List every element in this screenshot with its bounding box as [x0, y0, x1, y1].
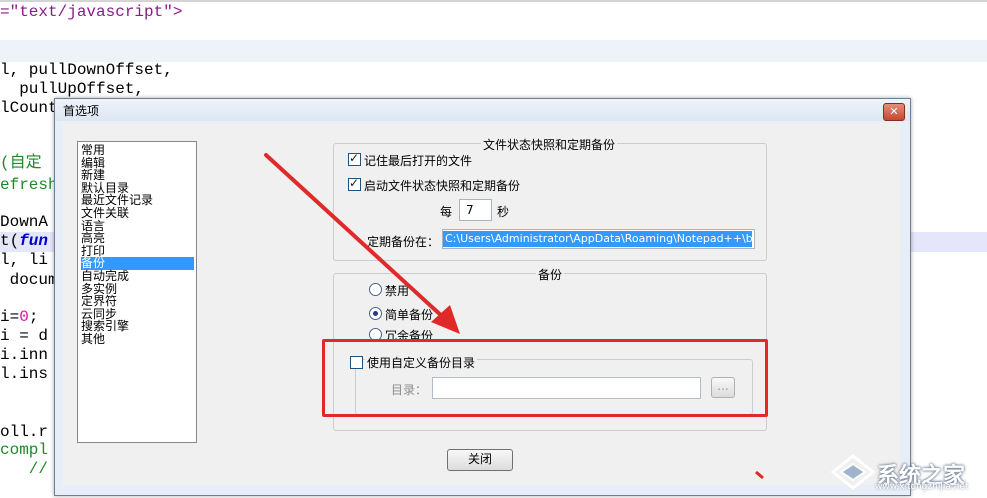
- remember-last-files-label: 记住最后打开的文件: [364, 154, 473, 168]
- interval-input[interactable]: 7: [459, 199, 492, 221]
- every-label: 每: [440, 205, 453, 219]
- preferences-dialog: 首选项 ✕ 常用 编辑 新建 默认目录 最近文件记录 文件关联 语言 高亮 打印 备份 自动完成 多实…: [54, 98, 911, 496]
- watermark-logo-icon: [830, 454, 876, 490]
- annotation-highlight-box: [322, 339, 768, 417]
- code-token: compl: [0, 441, 49, 459]
- watermark-url: www.xitongzhijia.net: [875, 482, 969, 492]
- close-icon[interactable]: ✕: [883, 103, 905, 121]
- editor-line-band: [0, 40, 987, 62]
- interval-value: 7: [466, 203, 474, 217]
- dialog-title-bar[interactable]: 首选项 ✕: [55, 99, 910, 121]
- code-token: i = d: [0, 327, 49, 345]
- code-line: l, pullDownOffset,: [0, 60, 173, 80]
- code-token: pullUpOffset,: [0, 80, 145, 98]
- code-token: l.ins: [0, 365, 49, 383]
- category-list[interactable]: 常用 编辑 新建 默认目录 最近文件记录 文件关联 语言 高亮 打印 备份 自动完成 多实例 定界符 云同…: [77, 141, 197, 443]
- code-line: i.inn: [0, 345, 48, 365]
- code-line: pullUpOffset,: [0, 79, 144, 99]
- code-token: l, pullDownOffset,: [0, 61, 173, 79]
- code-line: i = d: [0, 326, 48, 346]
- code-line: ="text/javascript">: [0, 2, 182, 22]
- snapshot-group-title: 文件状态快照和定期备份: [481, 136, 618, 153]
- code-line: l, li: [0, 250, 48, 270]
- remember-last-files-checkbox[interactable]: [348, 151, 361, 166]
- dialog-title: 首选项: [63, 104, 100, 118]
- code-token: docum: [0, 271, 58, 289]
- enable-snapshot-label: 启动文件状态快照和定期备份: [364, 179, 521, 193]
- backup-disable-radio[interactable]: [369, 283, 382, 296]
- code-token: 0: [19, 308, 29, 326]
- code-line: t(fun: [0, 231, 48, 251]
- watermark: 系统之家 www.xitongzhijia.net: [825, 448, 985, 494]
- close-button[interactable]: 关闭: [447, 449, 513, 471]
- code-line: //: [0, 459, 48, 479]
- backup-group-title: 备份: [536, 266, 565, 283]
- category-item[interactable]: 其他: [81, 333, 194, 346]
- code-line: docum: [0, 270, 58, 290]
- code-token: fun: [19, 232, 49, 250]
- code-line: efresh: [0, 175, 58, 195]
- code-token: //: [0, 460, 49, 478]
- backup-path-value: C:\Users\Administrator\AppData\Roaming\N…: [443, 231, 752, 247]
- code-token: efresh: [0, 176, 58, 194]
- code-line: oll.r: [0, 422, 48, 442]
- code-line: DownA: [0, 212, 48, 232]
- dialog-client: 常用 编辑 新建 默认目录 最近文件记录 文件关联 语言 高亮 打印 备份 自动完成 多实例 定界符 云同…: [63, 123, 900, 485]
- code-token: lCount: [0, 99, 58, 117]
- code-line: i=0;: [0, 307, 48, 327]
- code-token: DownA: [0, 213, 49, 231]
- code-token: ="text/javascript">: [0, 3, 183, 21]
- code-token: i.inn: [0, 346, 49, 364]
- code-line: l.ins: [0, 364, 48, 384]
- backup-disable-label: 禁用: [385, 284, 410, 298]
- backup-path-input[interactable]: C:\Users\Administrator\AppData\Roaming\N…: [442, 229, 755, 249]
- code-token: t(: [0, 232, 20, 250]
- code-line: lCount: [0, 98, 58, 118]
- enable-snapshot-checkbox[interactable]: [348, 176, 361, 191]
- code-token: (自定: [0, 154, 42, 172]
- backup-simple-label: 简单备份: [385, 308, 434, 322]
- code-line: compl: [0, 440, 48, 460]
- code-token: l, li: [0, 251, 49, 269]
- backup-path-label: 定期备份在：: [367, 235, 440, 249]
- seconds-label: 秒: [497, 205, 510, 219]
- code-token: oll.r: [0, 423, 49, 441]
- code-token: ;: [28, 308, 49, 326]
- backup-simple-radio[interactable]: [369, 307, 382, 320]
- code-token: i=: [0, 308, 20, 326]
- code-line: (自定: [0, 153, 42, 173]
